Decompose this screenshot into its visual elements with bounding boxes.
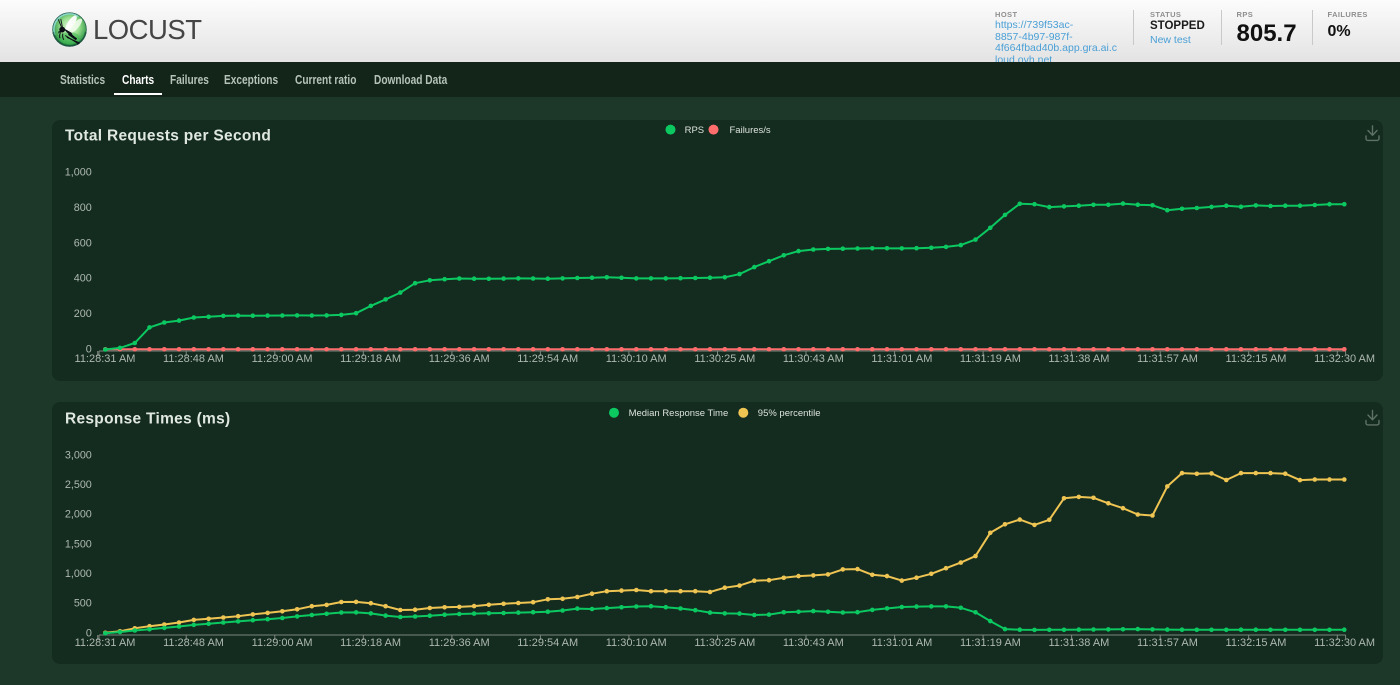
svg-text:11:32:30 AM: 11:32:30 AM — [1314, 353, 1375, 365]
svg-text:11:32:15 AM: 11:32:15 AM — [1226, 353, 1287, 365]
svg-text:11:28:48 AM: 11:28:48 AM — [163, 637, 224, 649]
svg-text:11:32:15 AM: 11:32:15 AM — [1226, 637, 1287, 649]
svg-text:11:31:19 AM: 11:31:19 AM — [960, 353, 1021, 365]
svg-text:11:31:01 AM: 11:31:01 AM — [871, 637, 932, 649]
svg-text:11:31:57 AM: 11:31:57 AM — [1137, 637, 1198, 649]
svg-text:800: 800 — [74, 201, 92, 213]
svg-text:11:30:10 AM: 11:30:10 AM — [606, 353, 667, 365]
svg-text:95% percentile: 95% percentile — [758, 408, 821, 419]
svg-text:11:28:48 AM: 11:28:48 AM — [163, 353, 224, 365]
svg-text:11:30:10 AM: 11:30:10 AM — [606, 637, 667, 649]
svg-text:11:28:31 AM: 11:28:31 AM — [75, 353, 136, 365]
svg-text:1,000: 1,000 — [65, 166, 92, 178]
svg-text:11:30:43 AM: 11:30:43 AM — [783, 353, 844, 365]
svg-text:RPS: RPS — [685, 125, 705, 136]
svg-text:11:29:18 AM: 11:29:18 AM — [340, 637, 401, 649]
svg-text:500: 500 — [74, 598, 92, 610]
svg-text:11:30:43 AM: 11:30:43 AM — [783, 637, 844, 649]
svg-text:600: 600 — [74, 237, 92, 249]
svg-text:11:31:38 AM: 11:31:38 AM — [1048, 353, 1109, 365]
svg-text:11:30:25 AM: 11:30:25 AM — [694, 637, 755, 649]
svg-text:3,000: 3,000 — [65, 450, 92, 462]
svg-text:11:29:36 AM: 11:29:36 AM — [429, 637, 490, 649]
svg-text:11:31:38 AM: 11:31:38 AM — [1048, 637, 1109, 649]
svg-text:11:31:57 AM: 11:31:57 AM — [1137, 353, 1198, 365]
svg-text:1,500: 1,500 — [65, 539, 92, 551]
svg-text:11:29:54 AM: 11:29:54 AM — [517, 637, 578, 649]
svg-text:11:29:54 AM: 11:29:54 AM — [517, 353, 578, 365]
svg-text:11:29:18 AM: 11:29:18 AM — [340, 353, 401, 365]
svg-text:Response Times (ms): Response Times (ms) — [65, 411, 230, 428]
svg-text:11:30:25 AM: 11:30:25 AM — [694, 353, 755, 365]
svg-text:Total Requests per Second: Total Requests per Second — [65, 127, 271, 144]
svg-text:1,000: 1,000 — [65, 568, 92, 580]
svg-text:11:31:19 AM: 11:31:19 AM — [960, 637, 1021, 649]
svg-text:2,500: 2,500 — [65, 479, 92, 491]
svg-text:11:29:36 AM: 11:29:36 AM — [429, 353, 490, 365]
svg-text:200: 200 — [74, 308, 92, 320]
svg-text:2,000: 2,000 — [65, 509, 92, 521]
svg-text:11:32:30 AM: 11:32:30 AM — [1314, 637, 1375, 649]
svg-text:Median Response Time: Median Response Time — [629, 408, 729, 419]
svg-text:400: 400 — [74, 272, 92, 284]
svg-text:11:31:01 AM: 11:31:01 AM — [871, 353, 932, 365]
svg-text:11:29:00 AM: 11:29:00 AM — [252, 637, 313, 649]
svg-text:Failures/s: Failures/s — [730, 125, 771, 136]
svg-text:11:28:31 AM: 11:28:31 AM — [75, 637, 136, 649]
svg-text:11:29:00 AM: 11:29:00 AM — [252, 353, 313, 365]
